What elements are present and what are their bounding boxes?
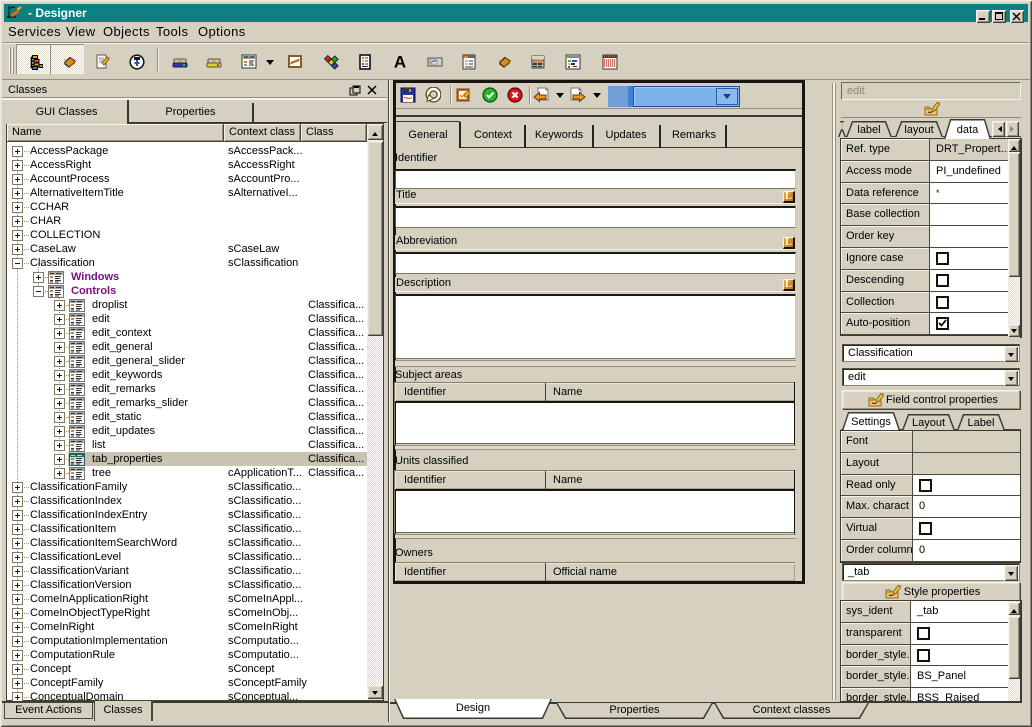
svg-text:A: A [394, 54, 406, 70]
